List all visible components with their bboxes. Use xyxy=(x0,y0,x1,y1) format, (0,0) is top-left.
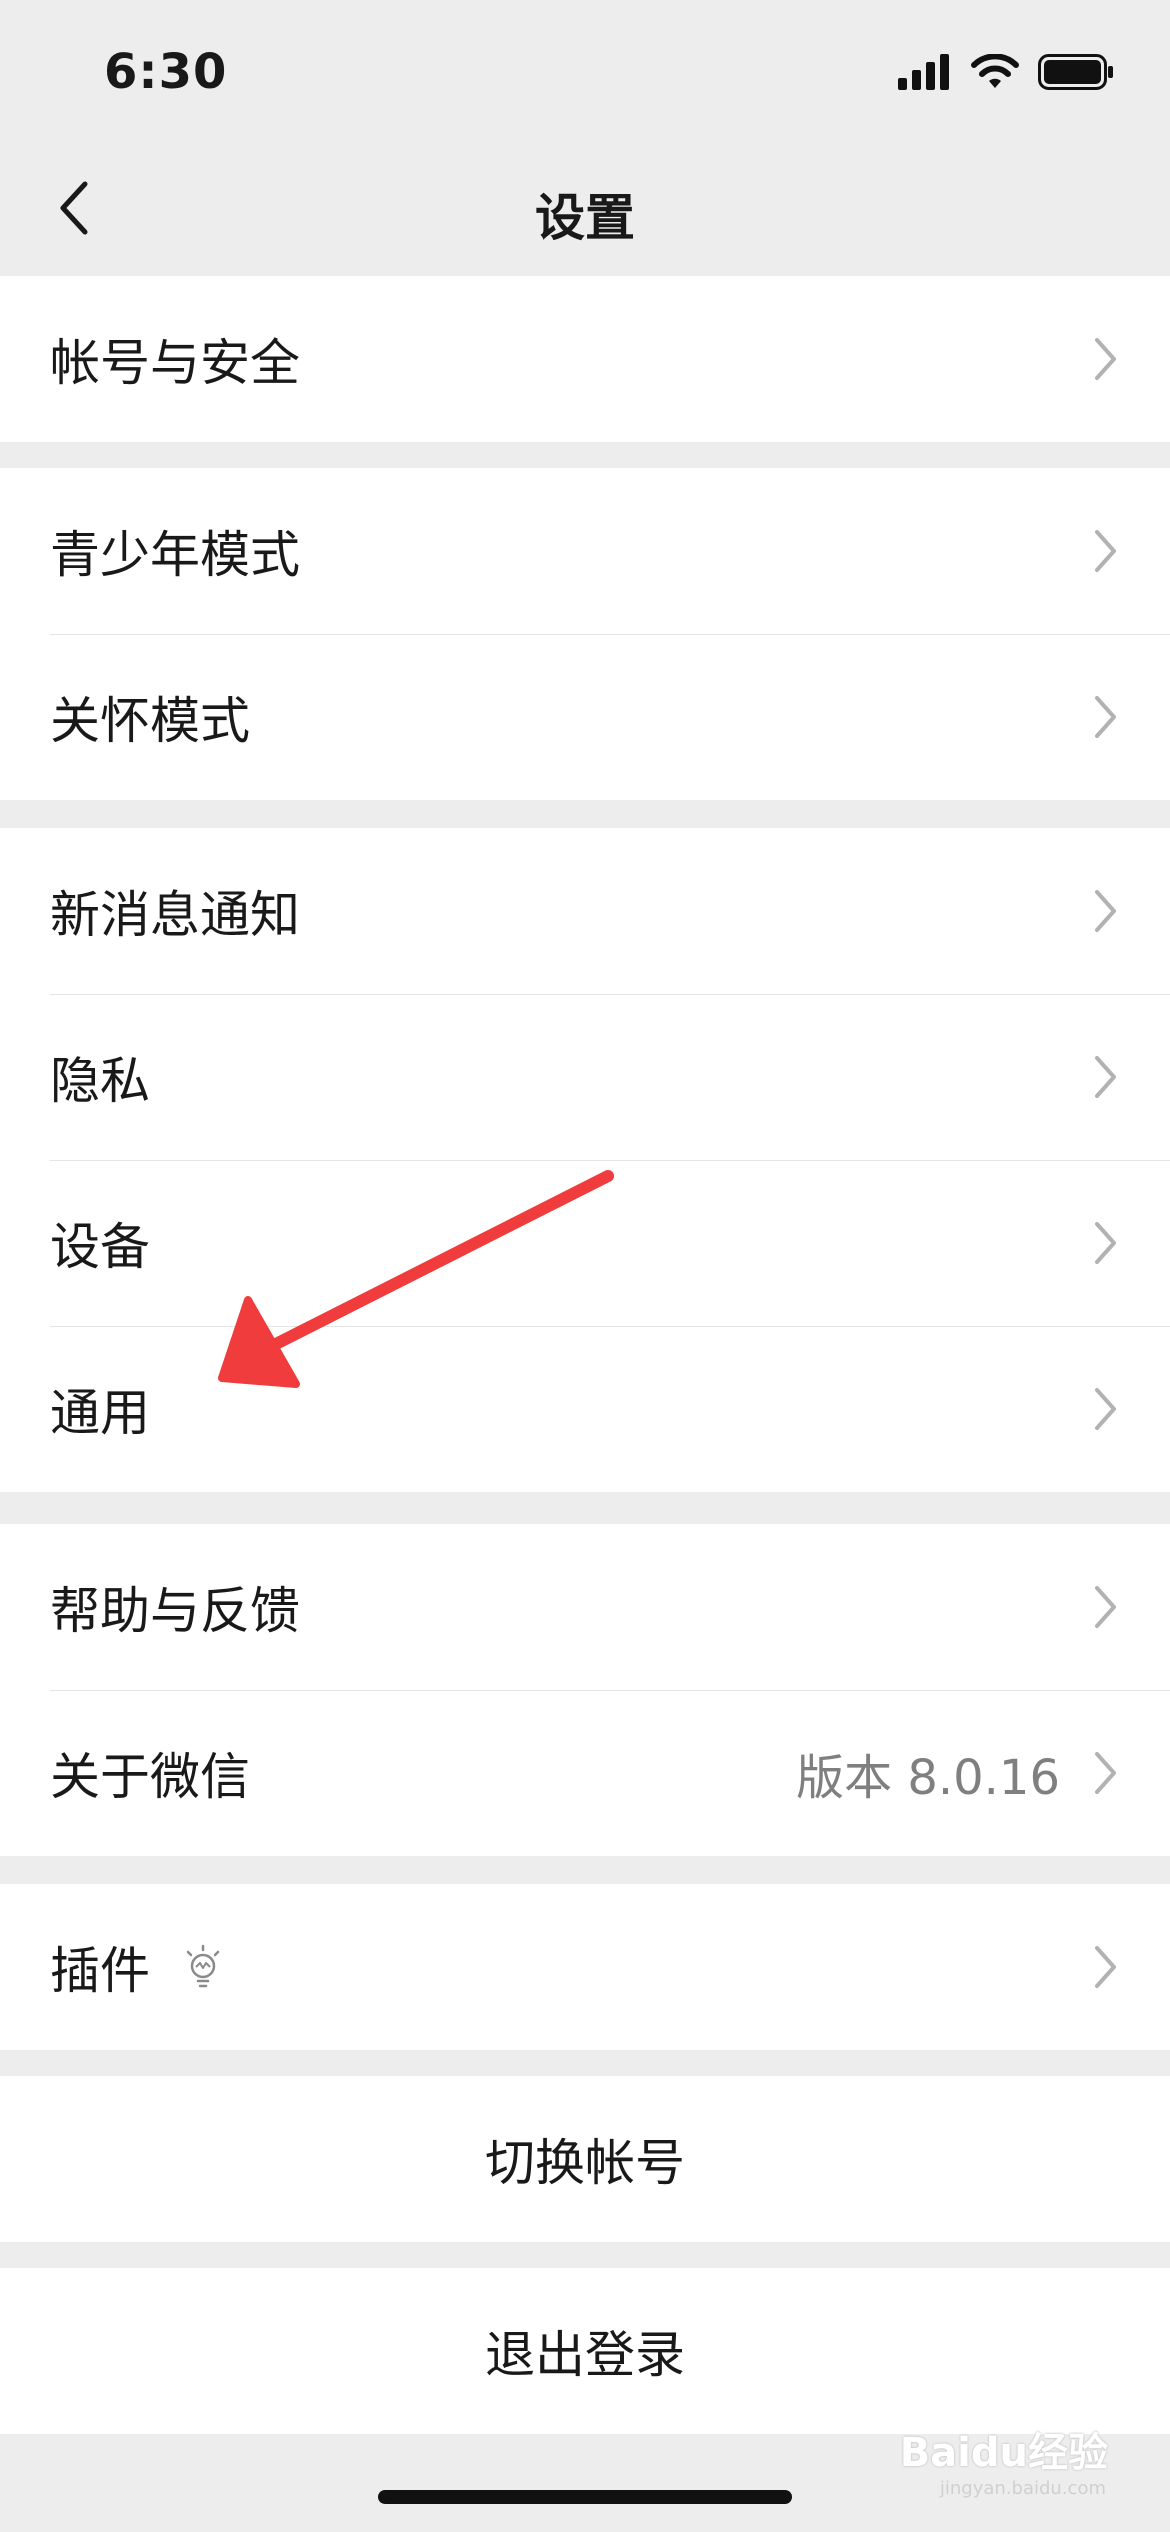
settings-group-plugins: 插件 xyxy=(0,1884,1170,2050)
lightbulb-icon xyxy=(186,1944,220,1988)
version-value: 版本 8.0.16 xyxy=(796,1750,1060,1806)
chevron-right-icon xyxy=(1095,1752,1116,1794)
settings-item-label: 设备 xyxy=(50,1218,150,1276)
status-icons xyxy=(898,54,1114,90)
status-time: 6:30 xyxy=(104,44,228,100)
settings-item-teen-mode[interactable]: 青少年模式 xyxy=(0,468,1170,634)
settings-group-general: 新消息通知 隐私 设备 通用 xyxy=(0,828,1170,1492)
page-title: 设置 xyxy=(535,189,635,247)
wifi-icon xyxy=(971,54,1019,88)
watermark-site: jingyan.baidu.com xyxy=(939,2478,1106,2499)
settings-item-devices[interactable]: 设备 xyxy=(0,1160,1170,1326)
settings-item-notifications[interactable]: 新消息通知 xyxy=(0,828,1170,994)
settings-item-label: 帐号与安全 xyxy=(50,334,300,392)
settings-item-label: 新消息通知 xyxy=(50,886,300,944)
settings-item-label: 插件 xyxy=(50,1942,150,2000)
chevron-right-icon xyxy=(1095,1056,1116,1098)
settings-item-label: 帮助与反馈 xyxy=(50,1582,300,1640)
watermark-logo: Baidu经验 xyxy=(899,2430,1108,2476)
chevron-right-icon xyxy=(1095,338,1116,380)
settings-item-care-mode[interactable]: 关怀模式 xyxy=(0,634,1170,800)
settings-item-general[interactable]: 通用 xyxy=(0,1326,1170,1492)
settings-item-label: 隐私 xyxy=(50,1052,150,1110)
home-indicator xyxy=(378,2490,792,2504)
chevron-right-icon xyxy=(1095,1946,1116,1988)
battery-icon xyxy=(1038,54,1113,90)
nav-bar: 设置 xyxy=(0,140,1170,276)
settings-item-label: 通用 xyxy=(50,1384,150,1442)
settings-item-label: 关怀模式 xyxy=(50,692,250,750)
settings-group-help: 帮助与反馈 关于微信 版本 8.0.16 xyxy=(0,1524,1170,1856)
chevron-right-icon xyxy=(1095,696,1116,738)
chevron-right-icon xyxy=(1095,1222,1116,1264)
settings-item-help-feedback[interactable]: 帮助与反馈 xyxy=(0,1524,1170,1690)
settings-group-modes: 青少年模式 关怀模式 xyxy=(0,468,1170,800)
signal-icon xyxy=(898,54,949,90)
settings-item-account-security[interactable]: 帐号与安全 xyxy=(0,276,1170,442)
settings-item-plugins[interactable]: 插件 xyxy=(0,1884,1170,2050)
settings-item-about[interactable]: 关于微信 版本 8.0.16 xyxy=(0,1690,1170,1856)
settings-item-label: 青少年模式 xyxy=(50,526,300,584)
settings-group-account: 帐号与安全 xyxy=(0,276,1170,442)
settings-item-privacy[interactable]: 隐私 xyxy=(0,994,1170,1160)
settings-item-label: 关于微信 xyxy=(50,1748,250,1806)
chevron-right-icon xyxy=(1095,1586,1116,1628)
status-bar: 6:30 xyxy=(0,0,1170,140)
switch-account-button[interactable]: 切换帐号 xyxy=(0,2076,1170,2242)
logout-button[interactable]: 退出登录 xyxy=(0,2268,1170,2434)
chevron-right-icon xyxy=(1095,530,1116,572)
chevron-right-icon xyxy=(1095,1388,1116,1430)
chevron-right-icon xyxy=(1095,890,1116,932)
